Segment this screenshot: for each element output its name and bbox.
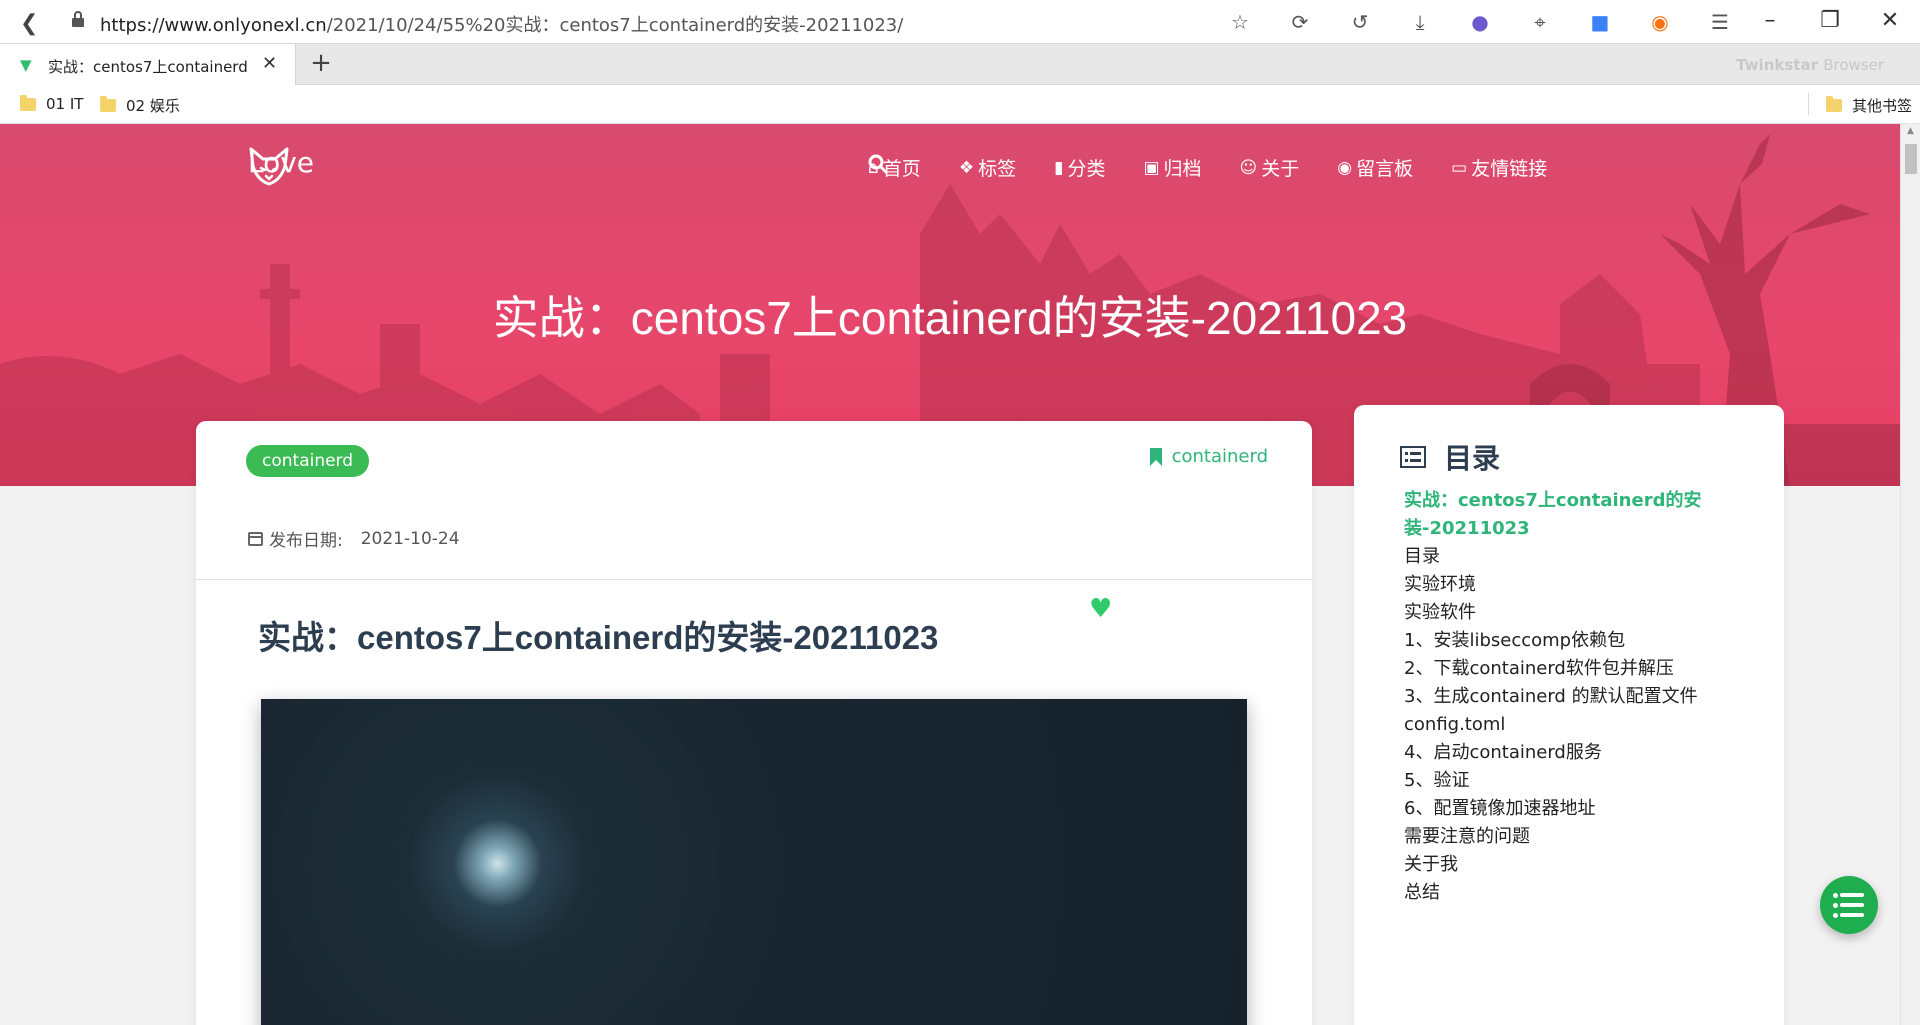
restore-icon[interactable]: ❐: [1800, 8, 1860, 33]
archive-icon: ▣: [1143, 157, 1160, 178]
download-icon[interactable]: ⤓: [1390, 10, 1450, 34]
toc-item[interactable]: 3、生成containerd 的默认配置文件config.toml: [1404, 683, 1734, 739]
toc-panel: 目录 实战：centos7上containerd的安装-20211023 目录 …: [1354, 405, 1784, 1025]
user-circle-icon: ☺: [1239, 157, 1258, 178]
bookmark-icon: [1149, 447, 1162, 466]
folder-icon: [20, 94, 36, 111]
nav-archive[interactable]: ▣ 归档: [1143, 154, 1201, 181]
bookmark-label: 02 娱乐: [126, 97, 180, 115]
divider: [196, 579, 1312, 580]
toc-item[interactable]: 关于我: [1404, 851, 1734, 879]
nav-label: 标签: [978, 158, 1017, 180]
toc-item[interactable]: 2、下载containerd软件包并解压: [1404, 655, 1734, 683]
nav-friend-links[interactable]: ▭ 友情链接: [1451, 154, 1547, 181]
back-icon[interactable]: ❮: [20, 11, 38, 36]
nav-about[interactable]: ☺ 关于: [1240, 154, 1300, 181]
toc-item[interactable]: 4、启动containerd服务: [1404, 739, 1734, 767]
star-icon[interactable]: ☆: [1210, 10, 1270, 34]
undo-icon[interactable]: ↺: [1330, 10, 1390, 34]
reward-icon[interactable]: ◉: [1630, 10, 1690, 34]
refresh-icon[interactable]: ⟳: [1270, 10, 1330, 34]
new-tab-button[interactable]: +: [306, 49, 336, 79]
address-bar: ❮ https://www.onlyonexl.cn/2021/10/24/55…: [0, 0, 1920, 44]
bookmark-label: 01 IT: [46, 95, 84, 113]
site-favicon-icon: ▼: [20, 56, 32, 74]
toc-item[interactable]: 6、配置镜像加速器地址: [1404, 795, 1734, 823]
nav-label: 归档: [1163, 158, 1202, 180]
url-field[interactable]: https://www.onlyonexl.cn/2021/10/24/55%2…: [100, 11, 903, 37]
hero-title: 实战：centos7上containerd的安装-20211023: [492, 292, 1408, 344]
extension-icon[interactable]: ■: [1570, 10, 1630, 34]
nav-label: 友情链接: [1471, 158, 1548, 180]
tag-chip[interactable]: containerd: [246, 445, 370, 477]
list-icon: [1400, 446, 1426, 468]
nav-label: 留言板: [1356, 158, 1414, 180]
date-label: 发布日期:: [269, 531, 343, 551]
heart-icon[interactable]: ♥: [1089, 594, 1112, 624]
tab-title: 实战：centos7上containerd的: [48, 58, 248, 76]
nav-categories[interactable]: ▮ 分类: [1054, 154, 1105, 181]
folder-icon: [1826, 96, 1842, 112]
calendar-icon: [248, 531, 263, 546]
toc-item[interactable]: 总结: [1404, 879, 1734, 907]
bookmark-icon: ▮: [1054, 157, 1064, 178]
globe-icon[interactable]: ●: [1450, 10, 1510, 34]
folder-icon: [100, 96, 116, 112]
date-value: 2021-10-24: [360, 528, 460, 549]
comments-icon: ◉: [1337, 157, 1353, 178]
category-link[interactable]: containerd: [1149, 446, 1268, 467]
address-book-icon: ▭: [1451, 157, 1468, 178]
other-bookmarks[interactable]: 其他书签: [1826, 95, 1912, 116]
bookmark-label: 其他书签: [1852, 97, 1913, 115]
article-card: containerd containerd 发布日期: 2021-10-24 ♥…: [196, 421, 1312, 1025]
nav-guestbook[interactable]: ◉ 留言板: [1337, 154, 1413, 181]
bookmark-folder-it[interactable]: 01 IT: [20, 94, 84, 113]
toc-item[interactable]: 目录: [1404, 543, 1734, 571]
browser-tab[interactable]: ▼ 实战：centos7上containerd的 ✕: [0, 44, 296, 85]
nav-label: 关于: [1261, 158, 1300, 180]
search-icon: [868, 154, 888, 174]
scrollbar-thumb[interactable]: [1905, 144, 1917, 174]
toc-item[interactable]: 实验环境: [1404, 571, 1734, 599]
site-logo[interactable]: Love: [248, 146, 314, 186]
toc-title: 目录: [1444, 442, 1501, 475]
toc-item-active[interactable]: 实战：centos7上containerd的安装-20211023: [1404, 487, 1734, 543]
browser-brand: Twinkstar Browser: [1736, 56, 1884, 74]
nav-label: 首页: [882, 158, 921, 180]
bookmark-separator: [1808, 93, 1809, 115]
page-scrollbar[interactable]: ▲: [1900, 124, 1920, 1025]
close-window-icon[interactable]: ✕: [1860, 8, 1920, 33]
nav-label: 分类: [1067, 158, 1106, 180]
tab-bar: ▼ 实战：centos7上containerd的 ✕ + Twinkstar B…: [0, 44, 1920, 85]
lock-icon[interactable]: [72, 11, 84, 28]
toc-heading: 目录: [1400, 437, 1500, 477]
crop-icon[interactable]: ⌖: [1510, 10, 1570, 34]
brand-name: Twinkstar: [1736, 56, 1818, 74]
article-cover-image: [261, 699, 1247, 1025]
toc-item[interactable]: 实验软件: [1404, 599, 1734, 627]
main-nav: ⌂ 首页 ❖ 标签 ▮ 分类 ▣ 归档 ☺ 关于 ◉ 留言板 ▭ 友情链接: [868, 154, 1585, 181]
minimize-icon[interactable]: –: [1740, 8, 1800, 33]
toc-item[interactable]: 5、验证: [1404, 767, 1734, 795]
toc-list: 实战：centos7上containerd的安装-20211023 目录 实验环…: [1404, 487, 1734, 907]
publish-date: 发布日期: 2021-10-24: [248, 526, 460, 551]
brand-suffix: Browser: [1823, 56, 1884, 74]
toc-item[interactable]: 1、安装libseccomp依赖包: [1404, 627, 1734, 655]
nav-tags[interactable]: ❖ 标签: [959, 154, 1016, 181]
toc-toggle-button[interactable]: [1820, 876, 1878, 934]
article-title: 实战：centos7上containerd的安装-20211023: [258, 619, 939, 656]
url-host: https://www.onlyonexl.cn: [100, 15, 327, 36]
close-tab-icon[interactable]: ✕: [262, 53, 277, 74]
fox-logo-icon: [249, 147, 289, 186]
toc-item[interactable]: 需要注意的问题: [1404, 823, 1734, 851]
page-viewport: Love ⌂ 首页 ❖ 标签 ▮ 分类 ▣ 归档 ☺ 关于 ◉ 留言板 ▭ 友情链接 实战：c…: [0, 124, 1920, 1025]
bookmarks-bar: 01 IT 02 娱乐 其他书签: [0, 85, 1920, 124]
category-label: containerd: [1171, 446, 1268, 467]
bookmark-folder-entertainment[interactable]: 02 娱乐: [100, 95, 180, 116]
url-path: /2021/10/24/55%20实战：centos7上containerd的安…: [326, 15, 904, 36]
tags-icon: ❖: [958, 157, 975, 178]
scroll-up-icon[interactable]: ▲: [1907, 126, 1914, 136]
